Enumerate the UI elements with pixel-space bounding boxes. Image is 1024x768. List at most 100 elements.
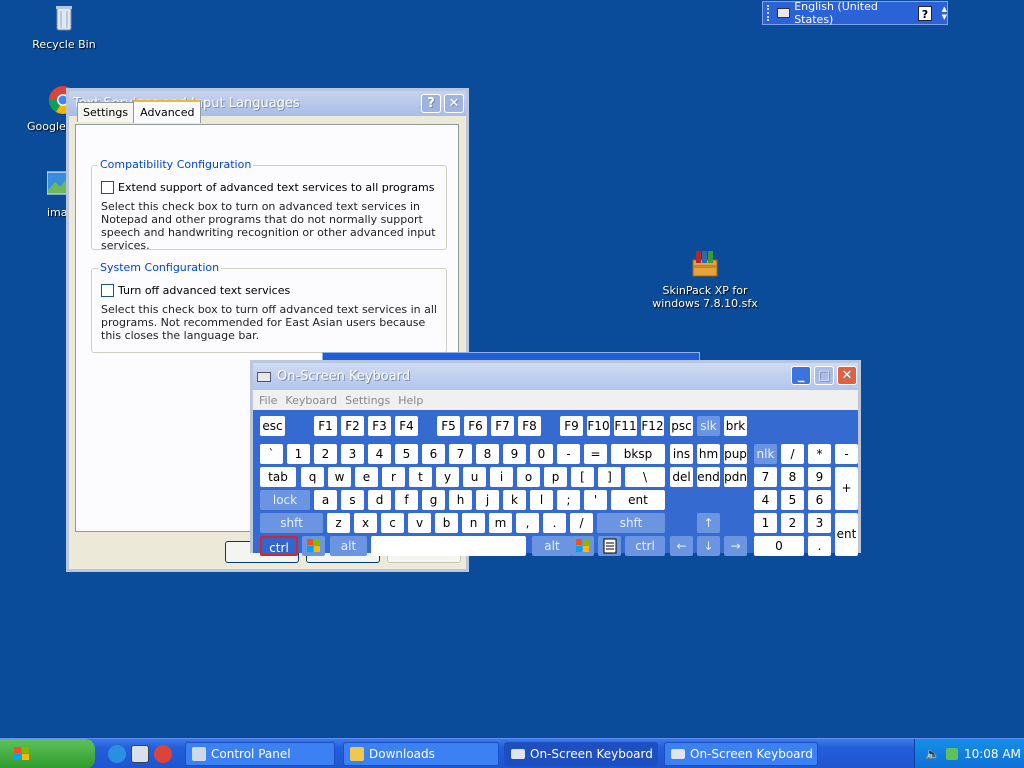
key-del[interactable]: del	[670, 467, 693, 487]
key-f3[interactable]: F3	[368, 416, 391, 436]
key-rbr[interactable]: ]	[598, 467, 621, 487]
key-pup[interactable]: pup	[724, 444, 747, 464]
key-end[interactable]: end	[697, 467, 720, 487]
key-f4[interactable]: F4	[395, 416, 418, 436]
key-np9[interactable]: 9	[808, 467, 831, 487]
key-n7[interactable]: 7	[449, 444, 472, 464]
key-np-ent[interactable]: ent	[835, 513, 858, 556]
key-shft[interactable]: shft	[260, 513, 323, 533]
help-icon[interactable]: ?	[918, 5, 932, 21]
key-a[interactable]: a	[314, 490, 337, 510]
key-f7[interactable]: F7	[491, 416, 514, 436]
checkbox-box[interactable]	[101, 284, 114, 297]
help-button[interactable]: ?	[421, 94, 441, 113]
key-p[interactable]: p	[544, 467, 567, 487]
key-tab[interactable]: tab	[260, 467, 296, 487]
menu-help[interactable]: Help	[398, 394, 423, 407]
chrome-icon[interactable]	[154, 745, 172, 763]
key-w[interactable]: w	[328, 467, 351, 487]
key-f9[interactable]: F9	[560, 416, 583, 436]
tab-advanced[interactable]: Advanced	[133, 100, 202, 123]
key-down[interactable]: ↓	[697, 536, 720, 556]
key-np-div[interactable]: /	[781, 444, 804, 464]
tab-settings[interactable]: Settings	[77, 102, 135, 122]
start-button[interactable]	[0, 739, 95, 768]
key-f6[interactable]: F6	[464, 416, 487, 436]
key-np-dot[interactable]: .	[808, 536, 831, 556]
key-np3[interactable]: 3	[808, 513, 831, 533]
key-np-mul[interactable]: *	[808, 444, 831, 464]
key-n[interactable]: n	[462, 513, 485, 533]
task-osk-2[interactable]: On-Screen Keyboard	[664, 742, 818, 766]
key-n9[interactable]: 9	[503, 444, 526, 464]
extend-support-checkbox[interactable]: Extend support of advanced text services…	[101, 181, 434, 194]
close-button[interactable]: ✕	[837, 366, 857, 385]
clock[interactable]: 10:08 AM	[964, 747, 1021, 761]
key-f8[interactable]: F8	[518, 416, 541, 436]
key-n0[interactable]: 0	[530, 444, 553, 464]
key-lbr[interactable]: [	[571, 467, 594, 487]
key-windows-left[interactable]	[302, 536, 325, 556]
close-button[interactable]: ✕	[444, 94, 464, 113]
key-v[interactable]: v	[408, 513, 431, 533]
key-np8[interactable]: 8	[781, 467, 804, 487]
desktop-icon-recycle-bin[interactable]: Recycle Bin	[24, 2, 104, 51]
key-np-sub[interactable]: -	[835, 444, 858, 464]
desktop-icon-image[interactable]: imag	[30, 170, 68, 219]
key-u[interactable]: u	[463, 467, 486, 487]
key-h[interactable]: h	[449, 490, 472, 510]
key-alt-r[interactable]: alt	[532, 536, 572, 556]
key-y[interactable]: y	[436, 467, 459, 487]
key-up[interactable]: ↑	[697, 513, 720, 533]
network-icon[interactable]	[945, 748, 958, 760]
key-f10[interactable]: F10	[587, 416, 610, 436]
key-ctrl-r[interactable]: ctrl	[625, 536, 665, 556]
key-brk[interactable]: brk	[724, 416, 747, 436]
key-o[interactable]: o	[517, 467, 540, 487]
key-np2[interactable]: 2	[781, 513, 804, 533]
key-n3[interactable]: 3	[341, 444, 364, 464]
menu-file[interactable]: File	[259, 394, 277, 407]
key-e[interactable]: e	[355, 467, 378, 487]
desktop-icon-skinpack[interactable]: SkinPack XP for windows 7.8.10.sfx	[640, 248, 770, 310]
key-t[interactable]: t	[409, 467, 432, 487]
key-comma[interactable]: ,	[516, 513, 539, 533]
key-n1[interactable]: 1	[287, 444, 310, 464]
key-x[interactable]: x	[354, 513, 377, 533]
key-slash[interactable]: /	[570, 513, 593, 533]
key-ins[interactable]: ins	[670, 444, 693, 464]
key-period[interactable]: .	[543, 513, 566, 533]
key-pdn[interactable]: pdn	[724, 467, 747, 487]
key-i[interactable]: i	[490, 467, 513, 487]
key-bslash[interactable]: \	[625, 467, 665, 487]
key-bksp[interactable]: bksp	[611, 444, 665, 464]
volume-icon[interactable]: 🔈	[925, 747, 940, 761]
langbar-options[interactable]: ▲ ▼	[942, 5, 947, 21]
key-k[interactable]: k	[503, 490, 526, 510]
key-b[interactable]: b	[435, 513, 458, 533]
key-quote[interactable]: '	[584, 490, 607, 510]
key-lock[interactable]: lock	[260, 490, 310, 510]
key-f11[interactable]: F11	[614, 416, 637, 436]
key-f12[interactable]: F12	[641, 416, 664, 436]
key-esc[interactable]: esc	[260, 416, 285, 436]
key-n8[interactable]: 8	[476, 444, 499, 464]
task-control-panel[interactable]: Control Panel	[185, 742, 335, 766]
key-space[interactable]	[371, 536, 526, 556]
key-n6[interactable]: 6	[422, 444, 445, 464]
key-np5[interactable]: 5	[781, 490, 804, 510]
key-equals[interactable]: =	[584, 444, 607, 464]
task-downloads[interactable]: Downloads	[343, 742, 499, 766]
internet-explorer-icon[interactable]	[108, 745, 126, 763]
key-left[interactable]: ←	[670, 536, 693, 556]
key-minus[interactable]: -	[557, 444, 580, 464]
key-n4[interactable]: 4	[368, 444, 391, 464]
key-np7[interactable]: 7	[754, 467, 777, 487]
key-np1[interactable]: 1	[754, 513, 777, 533]
menu-keyboard[interactable]: Keyboard	[285, 394, 337, 407]
language-bar[interactable]: English (United States) ? ▲ ▼	[762, 0, 948, 26]
turn-off-services-checkbox[interactable]: Turn off advanced text services	[101, 284, 290, 297]
key-c[interactable]: c	[381, 513, 404, 533]
show-desktop-icon[interactable]	[131, 745, 149, 763]
key-slk[interactable]: slk	[697, 416, 720, 436]
